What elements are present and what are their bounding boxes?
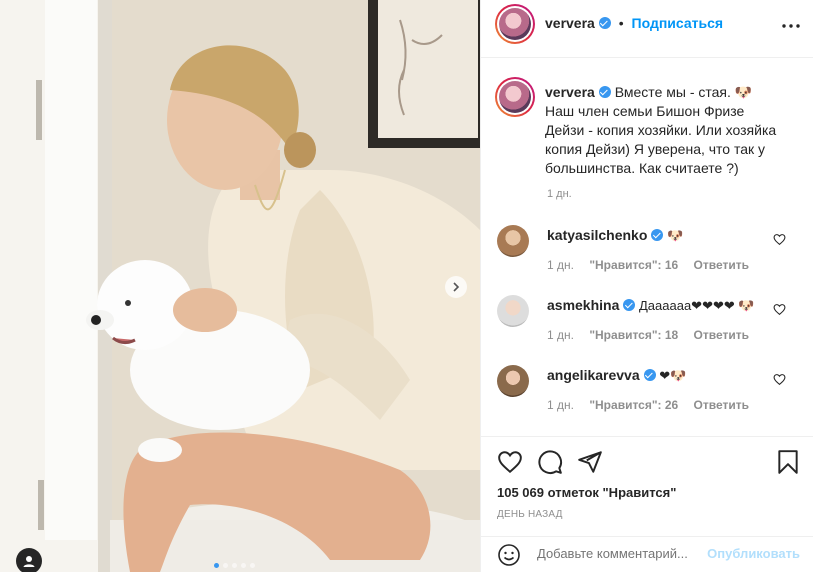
- caption-author-avatar[interactable]: [495, 77, 535, 117]
- carousel-indicator: [214, 563, 255, 568]
- comment-icon[interactable]: [537, 449, 563, 475]
- next-photo-button[interactable]: [445, 276, 467, 298]
- commenter-avatar[interactable]: [497, 365, 529, 397]
- commenter-avatar[interactable]: [497, 225, 529, 257]
- verified-icon: [598, 17, 611, 29]
- like-heart-icon[interactable]: [497, 449, 523, 475]
- verified-icon: [623, 299, 636, 311]
- comment-meta: 1 дн. "Нравится": 26 Ответить: [547, 398, 761, 412]
- comment-time[interactable]: 1 дн.: [547, 398, 574, 412]
- reply-button[interactable]: Ответить: [694, 328, 749, 342]
- carousel-dot: [232, 563, 237, 568]
- post-photo[interactable]: [0, 0, 480, 572]
- caption-line: копия Дейзи) Я уверена, что так у: [545, 141, 766, 157]
- post-time[interactable]: ДЕНЬ НАЗАД: [497, 509, 563, 520]
- comment-time[interactable]: 1 дн.: [547, 328, 574, 342]
- post-header: ververa • Подписаться: [481, 0, 813, 58]
- caption-line: Вместе мы - стая. 🐶: [614, 84, 753, 100]
- comment-text: 🐶: [667, 228, 684, 243]
- comments-section[interactable]: ververa Вместе мы - стая. 🐶 Наш член сем…: [481, 58, 813, 436]
- like-comment-heart-icon[interactable]: [773, 303, 786, 316]
- carousel-dot: [241, 563, 246, 568]
- photo-illustration: [0, 0, 480, 572]
- caption-line: Наш член семьи Бишон Фризе: [545, 103, 745, 119]
- header-author-line: ververa • Подписаться: [545, 15, 723, 31]
- caption-author[interactable]: ververa: [545, 84, 595, 100]
- caption-line: Дейзи - копия хозяйки. Или хозяйка: [545, 122, 777, 138]
- comment: asmekhina Даааааа❤❤❤❤ 🐶: [547, 297, 755, 314]
- reply-button[interactable]: Ответить: [694, 398, 749, 412]
- carousel-dot: [250, 563, 255, 568]
- share-icon[interactable]: [577, 449, 603, 475]
- post-caption: ververa Вместе мы - стая. 🐶 Наш член сем…: [545, 83, 795, 178]
- likes-count[interactable]: 105 069 отметок "Нравится": [497, 485, 676, 500]
- caption-line: большинства. Как считаете ?): [545, 160, 739, 176]
- more-options-button[interactable]: [782, 12, 800, 33]
- comment-time[interactable]: 1 дн.: [547, 258, 574, 272]
- comment-text: Даааааа❤❤❤❤ 🐶: [639, 298, 755, 313]
- comment-likes[interactable]: "Нравится": 18: [589, 328, 678, 342]
- author-username[interactable]: ververa: [545, 15, 595, 31]
- user-icon: [23, 556, 35, 567]
- bookmark-icon[interactable]: [775, 449, 801, 475]
- comment-username[interactable]: katyasilchenko: [547, 227, 647, 243]
- comment: angelikarevva ❤🐶: [547, 367, 686, 384]
- carousel-dot: [214, 563, 219, 568]
- comment-meta: 1 дн. "Нравится": 16 Ответить: [547, 258, 761, 272]
- tagged-users-button[interactable]: [16, 548, 42, 572]
- comment-likes[interactable]: "Нравится": 26: [589, 398, 678, 412]
- verified-icon: [598, 86, 611, 98]
- comment-meta: 1 дн. "Нравится": 18 Ответить: [547, 328, 761, 342]
- commenter-avatar[interactable]: [497, 295, 529, 327]
- comment-username[interactable]: asmekhina: [547, 297, 619, 313]
- comment-text: ❤🐶: [659, 368, 687, 383]
- like-comment-heart-icon[interactable]: [773, 233, 786, 246]
- comment-username[interactable]: angelikarevva: [547, 367, 640, 383]
- verified-icon: [643, 369, 656, 381]
- comment-input[interactable]: [537, 546, 707, 561]
- add-comment-bar: Опубликовать: [481, 536, 813, 572]
- verified-icon: [651, 229, 664, 241]
- post-side-panel: ververa • Подписаться ververa Вместе мы …: [480, 0, 813, 572]
- chevron-right-icon: [453, 282, 460, 292]
- author-avatar[interactable]: [495, 4, 535, 44]
- caption-time[interactable]: 1 дн.: [547, 188, 572, 200]
- more-horizontal-icon: [782, 24, 800, 28]
- comment-likes[interactable]: "Нравится": 16: [589, 258, 678, 272]
- follow-button[interactable]: Подписаться: [632, 15, 724, 31]
- emoji-icon[interactable]: [497, 543, 521, 567]
- publish-button[interactable]: Опубликовать: [707, 546, 800, 561]
- post-actions: 105 069 отметок "Нравится" ДЕНЬ НАЗАД: [481, 436, 813, 536]
- reply-button[interactable]: Ответить: [694, 258, 749, 272]
- carousel-dot: [223, 563, 228, 568]
- comment: katyasilchenko 🐶: [547, 227, 683, 244]
- separator-dot: •: [618, 15, 624, 31]
- like-comment-heart-icon[interactable]: [773, 373, 786, 386]
